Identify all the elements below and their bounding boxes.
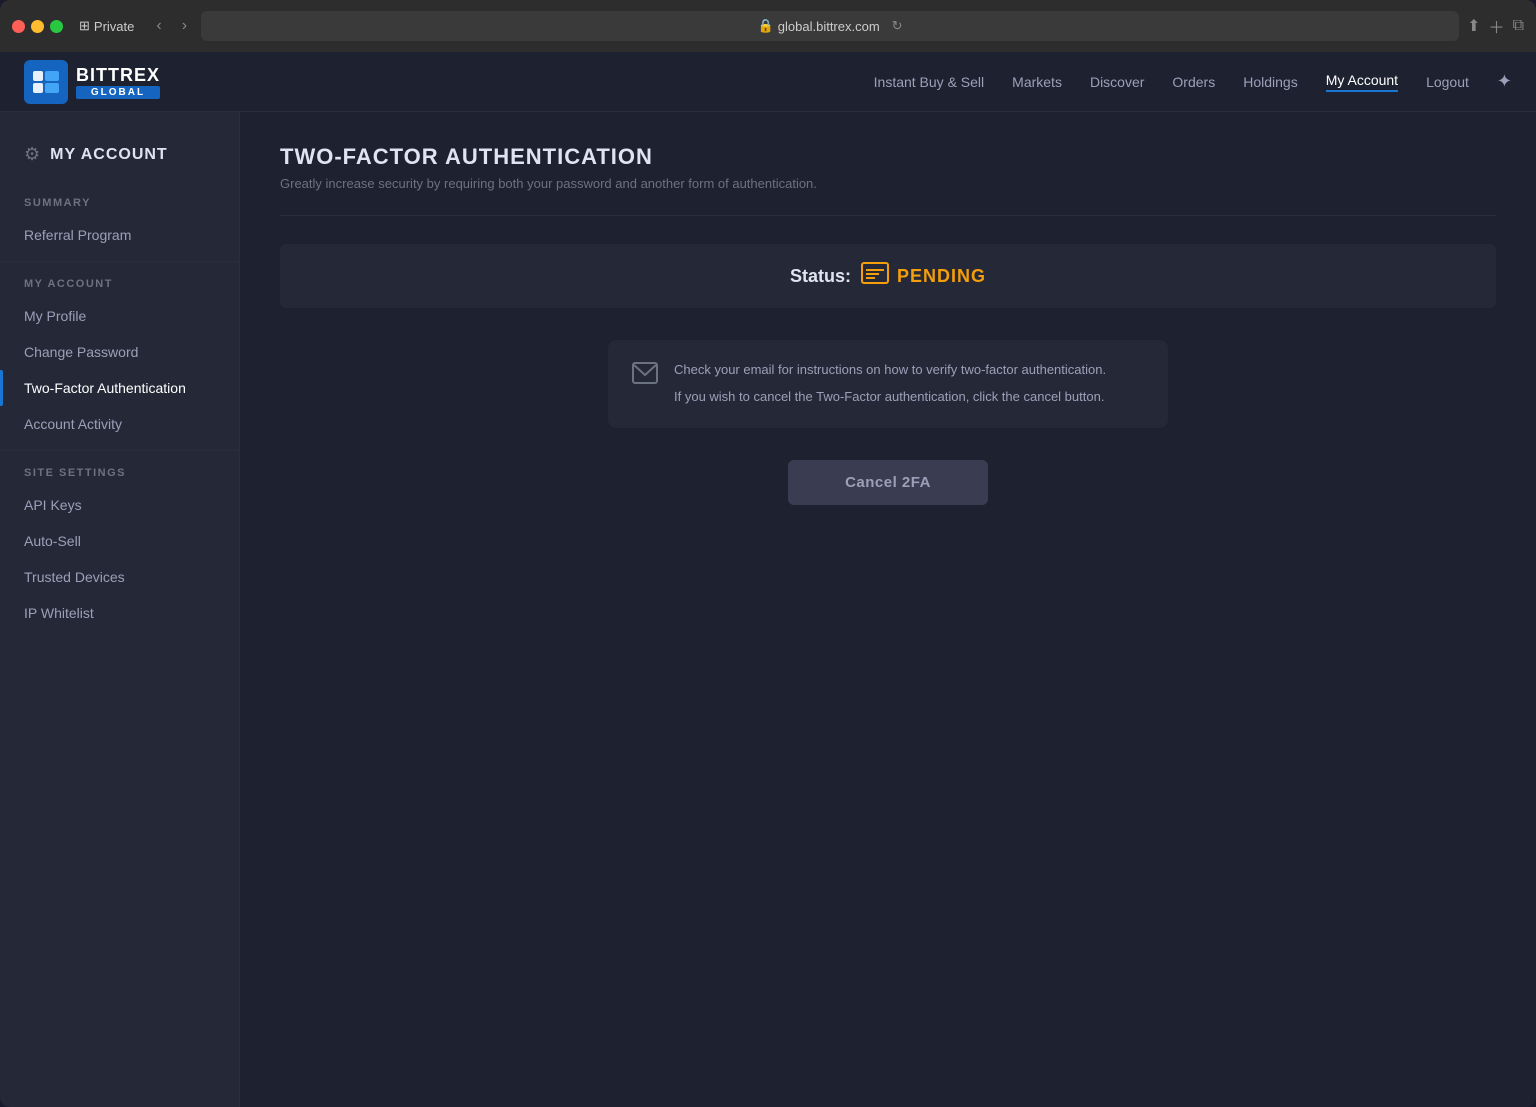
browser-chrome: ⊞ Private ‹ › 🔒 global.bittrex.com ↻ ⬆ ＋… bbox=[0, 0, 1536, 52]
logo-bittrex: BITTREX bbox=[76, 65, 160, 86]
status-label: Status: bbox=[790, 266, 851, 287]
info-main-text: Check your email for instructions on how… bbox=[674, 360, 1106, 381]
tab-overview-button[interactable]: ⧉ bbox=[1513, 17, 1524, 35]
sidebar-divider-1 bbox=[0, 261, 239, 262]
status-pending-icon bbox=[861, 262, 889, 290]
sidebar-item-two-factor-auth[interactable]: Two-Factor Authentication bbox=[0, 370, 239, 406]
nav-links: Instant Buy & Sell Markets Discover Orde… bbox=[874, 71, 1512, 92]
status-value: PENDING bbox=[897, 266, 986, 287]
nav-my-account[interactable]: My Account bbox=[1326, 72, 1398, 92]
close-button[interactable] bbox=[12, 20, 25, 33]
share-button[interactable]: ⬆ bbox=[1467, 16, 1480, 36]
cancel-button-wrap: Cancel 2FA bbox=[280, 460, 1496, 505]
main-layout: ⚙ MY ACCOUNT SUMMARY Referral Program MY… bbox=[0, 112, 1536, 1107]
private-label: Private bbox=[94, 19, 134, 34]
reload-icon: ↻ bbox=[892, 18, 903, 34]
nav-logout[interactable]: Logout bbox=[1426, 74, 1469, 90]
info-text: Check your email for instructions on how… bbox=[674, 360, 1106, 408]
address-bar[interactable]: 🔒 global.bittrex.com ↻ bbox=[201, 11, 1459, 41]
sidebar-item-my-profile[interactable]: My Profile bbox=[0, 298, 239, 334]
nav-markets[interactable]: Markets bbox=[1012, 74, 1062, 90]
minimize-button[interactable] bbox=[31, 20, 44, 33]
sidebar-item-trusted-devices[interactable]: Trusted Devices bbox=[0, 559, 239, 595]
sidebar-item-change-password[interactable]: Change Password bbox=[0, 334, 239, 370]
sidebar-section-my-account: MY ACCOUNT bbox=[0, 278, 239, 290]
email-icon bbox=[632, 362, 658, 391]
logo-text: BITTREX GLOBAL bbox=[76, 65, 160, 99]
sidebar-item-account-activity[interactable]: Account Activity bbox=[0, 406, 239, 442]
sidebar-account-header: ⚙ MY ACCOUNT bbox=[0, 136, 239, 181]
forward-button[interactable]: › bbox=[176, 15, 193, 37]
browser-actions: ⬆ ＋ ⧉ bbox=[1467, 14, 1524, 38]
top-nav: BITTREX GLOBAL Instant Buy & Sell Market… bbox=[0, 52, 1536, 112]
lock-icon: 🔒 bbox=[758, 18, 774, 34]
sidebar-item-ip-whitelist[interactable]: IP Whitelist bbox=[0, 595, 239, 631]
theme-toggle-button[interactable]: ✦ bbox=[1497, 71, 1512, 92]
nav-discover[interactable]: Discover bbox=[1090, 74, 1144, 90]
sidebar-account-title: MY ACCOUNT bbox=[50, 146, 168, 164]
private-mode-button[interactable]: ⊞ Private bbox=[71, 14, 142, 38]
url-text: global.bittrex.com bbox=[778, 19, 880, 34]
app: BITTREX GLOBAL Instant Buy & Sell Market… bbox=[0, 52, 1536, 1107]
sidebar-item-referral-program[interactable]: Referral Program bbox=[0, 217, 239, 253]
sidebar-item-api-keys[interactable]: API Keys bbox=[0, 487, 239, 523]
info-box: Check your email for instructions on how… bbox=[608, 340, 1168, 428]
sidebar-section-site-settings: SITE SETTINGS bbox=[0, 467, 239, 479]
page-subtitle: Greatly increase security by requiring b… bbox=[280, 176, 1496, 191]
nav-holdings[interactable]: Holdings bbox=[1243, 74, 1297, 90]
nav-orders[interactable]: Orders bbox=[1172, 74, 1215, 90]
status-bar: Status: PENDING bbox=[280, 244, 1496, 308]
nav-instant-buy-sell[interactable]: Instant Buy & Sell bbox=[874, 74, 985, 90]
maximize-button[interactable] bbox=[50, 20, 63, 33]
cancel-2fa-button[interactable]: Cancel 2FA bbox=[788, 460, 988, 505]
logo-icon bbox=[24, 60, 68, 104]
page-title: TWO-FACTOR AUTHENTICATION bbox=[280, 144, 1496, 170]
main-content: TWO-FACTOR AUTHENTICATION Greatly increa… bbox=[240, 112, 1536, 1107]
logo-global: GLOBAL bbox=[76, 86, 160, 99]
new-tab-button[interactable]: ＋ bbox=[1489, 14, 1505, 38]
gear-icon: ⚙ bbox=[24, 144, 40, 165]
sidebar-divider-2 bbox=[0, 450, 239, 451]
info-secondary-text: If you wish to cancel the Two-Factor aut… bbox=[674, 387, 1106, 408]
sidebar-item-auto-sell[interactable]: Auto-Sell bbox=[0, 523, 239, 559]
sidebar: ⚙ MY ACCOUNT SUMMARY Referral Program MY… bbox=[0, 112, 240, 1107]
traffic-lights bbox=[12, 20, 63, 33]
sidebar-section-summary: SUMMARY bbox=[0, 197, 239, 209]
back-button[interactable]: ‹ bbox=[150, 15, 167, 37]
content-divider bbox=[280, 215, 1496, 216]
sidebar-icon: ⊞ bbox=[79, 18, 90, 34]
logo: BITTREX GLOBAL bbox=[24, 60, 160, 104]
